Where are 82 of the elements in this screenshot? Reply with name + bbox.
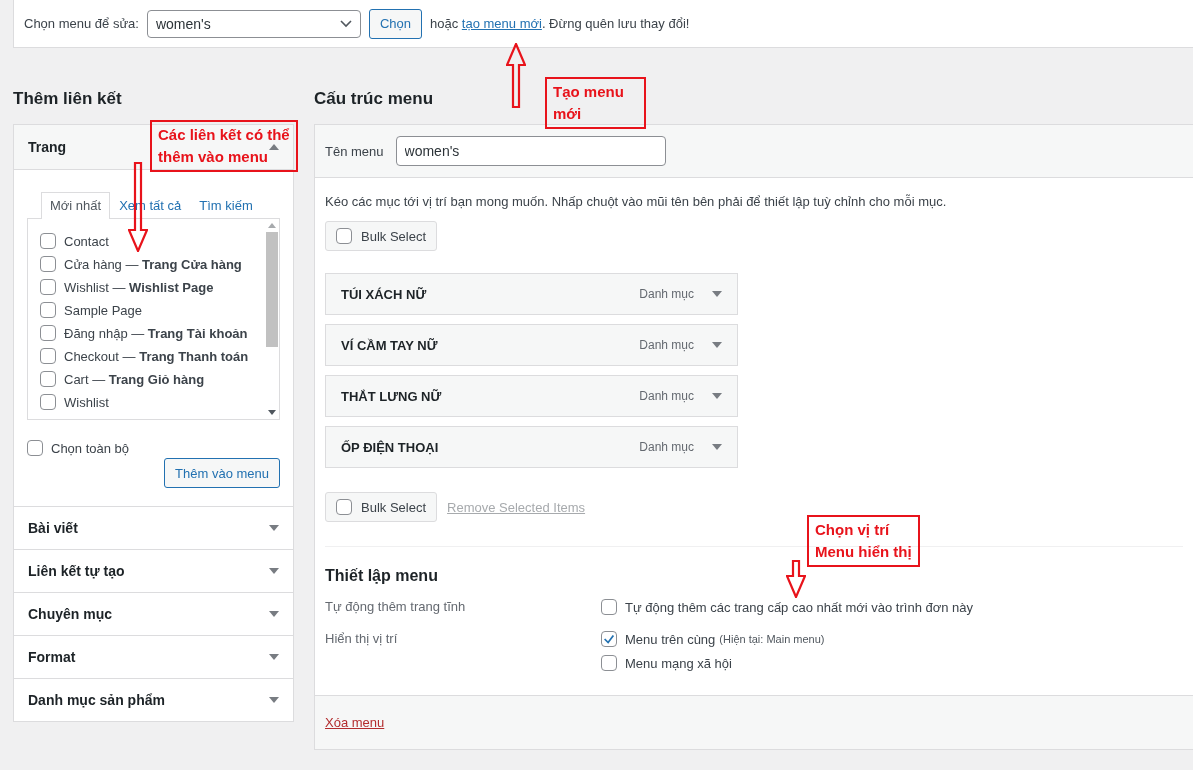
menu-item-title: THẮT LƯNG NỮ xyxy=(341,388,443,404)
menu-item-type: Danh mục xyxy=(639,287,694,301)
accordion-title[interactable]: Format xyxy=(28,649,76,665)
page-label: Cart — Trang Giỏ hàng xyxy=(64,371,205,387)
checkbox[interactable] xyxy=(601,631,617,647)
choose-button[interactable]: Chọn xyxy=(368,8,422,39)
bulk-select-button[interactable]: Bulk Select xyxy=(325,492,438,522)
annotation-arrow xyxy=(506,43,526,108)
create-menu-hint: hoặc tạo menu mới. Đừng quên lưu thay đổi! xyxy=(430,16,690,31)
caret-icon xyxy=(269,611,279,617)
menu-item-type: Danh mục xyxy=(639,389,694,403)
checkbox[interactable] xyxy=(27,440,43,456)
caret-icon xyxy=(269,654,279,660)
annotation-box: Các liên kết có thể thêm vào menu xyxy=(150,120,298,172)
accordion-title[interactable]: Bài viết xyxy=(28,520,78,536)
instructions-text: Kéo các mục tới vị trí bạn mong muốn. Nhấp chuột vào mũi tên bên phải để thiết lập tuỳ chỉnh cho mỗi mục. xyxy=(325,194,948,209)
accordion-title[interactable]: Trang xyxy=(28,139,67,155)
caret-icon xyxy=(269,697,279,703)
annotation-arrow xyxy=(786,560,806,598)
menu-item-type: Danh mục xyxy=(639,440,694,454)
checkbox[interactable] xyxy=(40,394,56,410)
accordion-title[interactable]: Liên kết tự tạo xyxy=(28,563,125,579)
checkbox[interactable] xyxy=(336,499,352,515)
page-label: Contact xyxy=(64,233,109,249)
menu-item[interactable]: ỐP ĐIỆN THOẠI Danh mục xyxy=(325,426,738,468)
menu-select-label: Chọn menu để sửa: xyxy=(24,16,139,31)
page-label: Đăng nhập — Trang Tài khoản xyxy=(64,325,248,341)
caret-icon[interactable] xyxy=(712,291,722,297)
menu-item[interactable]: THẮT LƯNG NỮ Danh mục xyxy=(325,375,738,417)
checkbox[interactable] xyxy=(40,256,56,272)
checkbox[interactable] xyxy=(601,655,617,671)
chevron-down-icon xyxy=(339,19,352,28)
accordion-title[interactable]: Chuyên mục xyxy=(28,606,112,622)
annotation-box: Tạo menu mới xyxy=(545,77,646,129)
tab[interactable]: Tìm kiếm xyxy=(190,192,262,218)
tab[interactable]: Mới nhất xyxy=(41,192,111,219)
caret-icon xyxy=(269,525,279,531)
create-menu-link[interactable]: tạo menu mới xyxy=(461,16,542,31)
checkbox[interactable] xyxy=(40,325,56,341)
menu-settings-heading: Thiết lập menu xyxy=(325,567,438,585)
menu-name-label: Tên menu xyxy=(325,143,384,159)
setting-label: Tự động thêm trang tĩnh xyxy=(325,599,467,615)
checkbox[interactable] xyxy=(40,279,56,295)
checkbox[interactable] xyxy=(601,599,617,615)
option-label: Menu mạng xã hội xyxy=(625,655,732,671)
add-links-heading: Thêm liên kết xyxy=(13,88,122,110)
menu-item-title: ỐP ĐIỆN THOẠI xyxy=(341,439,440,455)
page-label: Cửa hàng — Trang Cửa hàng xyxy=(64,256,242,272)
menu-item[interactable]: TÚI XÁCH NỮ Danh mục xyxy=(325,273,738,315)
caret-icon[interactable] xyxy=(712,342,722,348)
menu-item[interactable]: VÍ CẦM TAY NỮ Danh mục xyxy=(325,324,738,366)
delete-menu-link[interactable]: Xóa menu xyxy=(325,715,385,730)
option-label: Tự động thêm các trang cấp cao nhất mới vào trình đơn này xyxy=(625,599,974,615)
menu-structure-heading: Cấu trúc menu xyxy=(314,88,434,110)
checkbox[interactable] xyxy=(40,348,56,364)
page-label: Wishlist xyxy=(64,394,109,410)
annotation-box: Chọn vị trí Menu hiển thị xyxy=(807,515,920,567)
caret-icon[interactable] xyxy=(712,444,722,450)
checkbox[interactable] xyxy=(40,302,56,318)
accordion-title[interactable]: Danh mục sản phẩm xyxy=(28,692,165,708)
menu-item-title: VÍ CẦM TAY NỮ xyxy=(341,337,439,353)
bulk-select-button[interactable]: Bulk Select xyxy=(325,221,438,251)
caret-icon xyxy=(269,144,279,150)
caret-icon[interactable] xyxy=(712,393,722,399)
scroll-down-icon[interactable] xyxy=(268,410,276,415)
menu-name-field[interactable]: women's xyxy=(395,136,666,166)
checkbox[interactable] xyxy=(40,233,56,249)
scroll-up-icon[interactable] xyxy=(268,223,276,228)
option-note: (Hiện tại: Main menu) xyxy=(719,633,825,645)
checkbox[interactable] xyxy=(40,371,56,387)
page-label: Wishlist — Wishlist Page xyxy=(64,279,214,295)
menu-item-type: Danh mục xyxy=(639,338,694,352)
caret-icon xyxy=(269,568,279,574)
setting-label: Hiển thị vị trí xyxy=(325,631,399,648)
page-label: Checkout — Trang Thanh toán xyxy=(64,348,249,364)
menu-select-dropdown[interactable]: women's xyxy=(146,9,361,38)
page-label: Sample Page xyxy=(64,302,143,318)
select-all-label: Chọn toàn bộ xyxy=(51,440,130,456)
add-to-menu-button[interactable]: Thêm vào menu xyxy=(164,458,280,488)
menu-item-title: TÚI XÁCH NỮ xyxy=(341,286,428,302)
checkbox[interactable] xyxy=(336,228,352,244)
option-label: Menu trên cùng xyxy=(625,631,716,647)
